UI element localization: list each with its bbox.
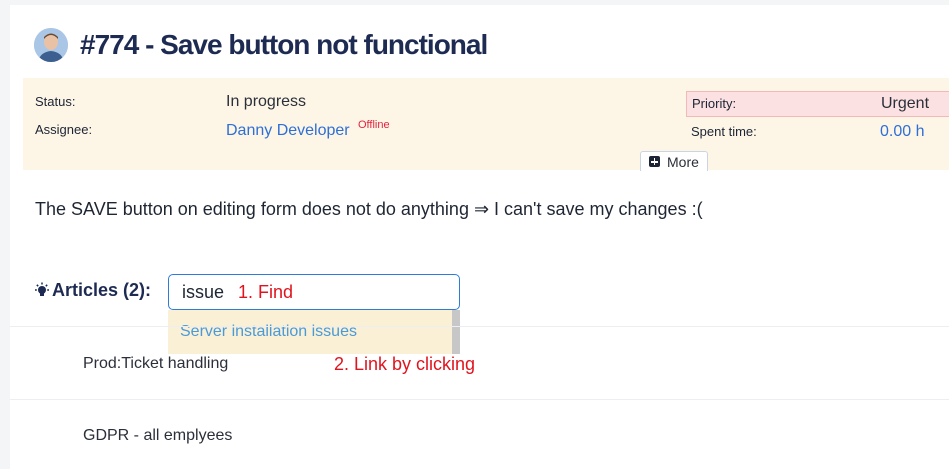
more-button[interactable]: More [640,151,708,171]
article-search-field[interactable]: 1. Find [168,274,460,310]
status-label: Status: [35,94,76,109]
articles-heading: Articles (2): [34,280,151,301]
annotation-link: 2. Link by clicking [334,354,476,374]
article-search-input[interactable] [169,281,238,303]
spent-time-label: Spent time: [691,124,757,139]
article-suggestion-dropdown: Server installation issues [168,310,460,354]
ticket-meta-panel: Status: In progress Assignee: Danny Deve… [23,78,949,171]
priority-row: Priority: Urgent [686,91,949,117]
priority-value: Urgent [881,95,930,112]
presence-badge: Offline [358,119,390,131]
assignee-label: Assignee: [35,122,93,137]
ticket-header: #774 - Save button not functional [34,25,488,65]
dropdown-scrollbar[interactable] [452,310,460,354]
ticket-description: The SAVE button on editing form does not… [35,199,703,219]
annotation-find: 1. Find [238,281,294,302]
status-value: In progress [226,93,307,110]
page-title: #774 - Save button not functional [80,29,488,60]
priority-label: Priority: [692,96,737,111]
spent-time-value[interactable]: 0.00 h [880,123,924,141]
plus-square-icon [649,156,660,167]
divider [10,326,949,327]
assignee-link[interactable]: Danny Developer [226,122,350,140]
article-item[interactable]: GDPR - all emplyees [83,427,232,445]
divider [10,399,949,400]
avatar-icon [34,28,68,62]
articles-label: Articles (2): [52,280,152,300]
article-item[interactable]: Prod:Ticket handling [83,355,228,373]
user-avatar[interactable] [34,28,68,62]
ticket-card: #774 - Save button not functional Status… [10,5,949,469]
lightbulb-icon [35,282,49,296]
more-label: More [667,153,699,170]
